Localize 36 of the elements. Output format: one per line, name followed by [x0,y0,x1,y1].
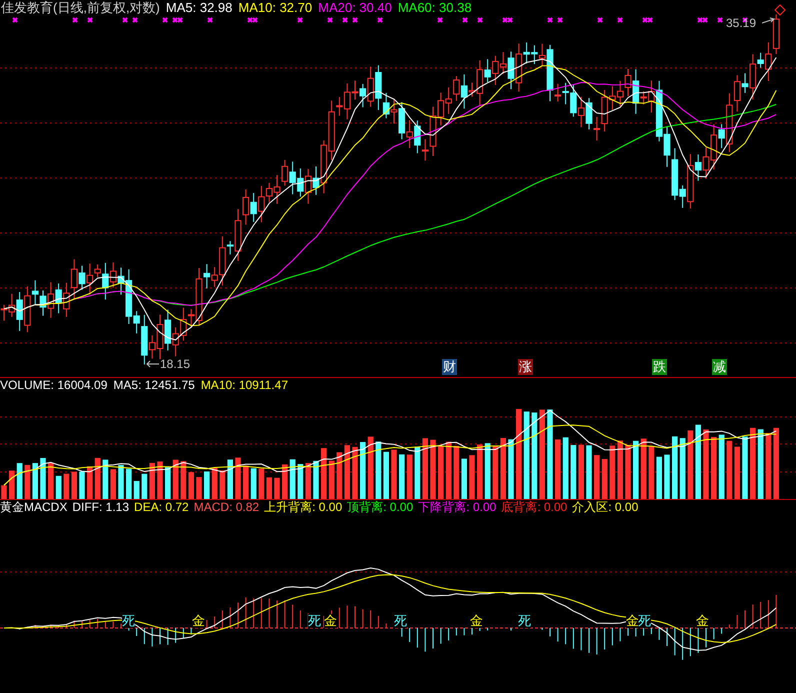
indicator-label: 顶背离: 0.00 [347,500,414,515]
cross-signal: 死 [394,614,407,628]
event-tag: 财 [442,359,457,375]
event-tag: 跌 [652,359,667,375]
indicator-label: VOLUME: 16004.09 [0,378,108,393]
event-tag: 涨 [518,359,533,375]
high-price-label: 35.19 [726,16,756,31]
cross-signal: 金 [696,614,709,628]
cross-signal: 死 [122,614,135,628]
cross-signal: 金 [192,614,205,628]
cross-signal: 死 [638,614,651,628]
indicator-label: MA10: 10911.47 [200,378,288,393]
event-tag: 减 [712,359,727,375]
cross-signal: 死 [518,614,531,628]
indicator-label: 黄金MACDX [0,500,68,515]
cross-signal: 金 [626,614,639,628]
low-price-label: 18.15 [160,357,190,372]
indicator-label: MA5: 32.98 [166,0,232,15]
indicator-label: MA60: 30.38 [398,0,472,15]
indicator-label: 上升背离: 0.00 [264,500,342,515]
indicator-label: MA10: 32.70 [238,0,312,15]
indicator-label: 底背离: 0.00 [501,500,568,515]
indicator-label: 介入区: 0.00 [572,500,638,515]
diamond-icon [774,4,786,16]
indicator-label: MA5: 12451.75 [113,378,195,393]
cross-signal: 金 [470,614,483,628]
indicator-label: MA20: 30.40 [318,0,392,15]
arrow-icon [762,17,776,25]
stock-title: 佳发教育(日线,前复权,对数) [1,0,160,15]
cross-signal: 金 [324,614,337,628]
indicator-label: MACD: 0.82 [194,500,260,515]
cross-signal: 死 [308,614,321,628]
indicator-label: 下降背离: 0.00 [418,500,496,515]
arrow-icon [146,360,160,368]
indicator-label: DIFF: 1.13 [72,500,130,515]
indicator-label: DEA: 0.72 [134,500,189,515]
